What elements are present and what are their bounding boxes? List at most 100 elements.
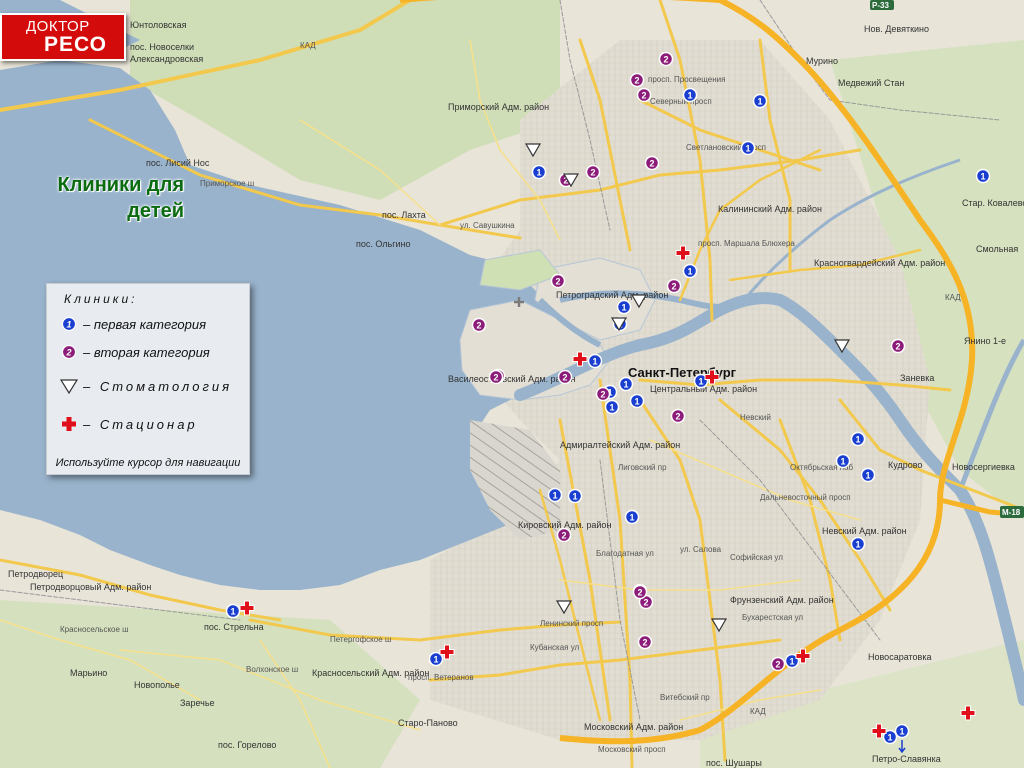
clinic-second-category-marker[interactable]: 2 — [550, 273, 566, 289]
svg-text:1: 1 — [856, 540, 861, 550]
label-zarechye: Заречье — [180, 698, 215, 708]
map-title: Клиники для детей — [12, 172, 184, 224]
label-sofiyskaya: Софийская ул — [730, 553, 783, 562]
clinic-first-category-marker[interactable]: 1 — [850, 431, 866, 447]
label-kalininsky: Калининский Адм. район — [718, 204, 822, 214]
clinic-first-category-marker[interactable]: 1 — [835, 453, 851, 469]
svg-text:2: 2 — [896, 342, 901, 352]
svg-text:2: 2 — [642, 91, 647, 101]
clinic-first-category-marker[interactable]: 1 — [604, 399, 620, 415]
legend-label-first-category: – первая категория — [83, 316, 207, 332]
label-devyatkino: Нов. Девяткино — [864, 24, 929, 34]
label-smolnaya: Смольная — [976, 244, 1018, 254]
clinic-second-category-marker[interactable]: 2 — [666, 278, 682, 294]
clinic-first-category-marker[interactable]: 1 — [547, 487, 563, 503]
label-volkhonskoe-sh: Волхонское ш — [246, 665, 298, 674]
clinic-first-category-marker[interactable]: 1 — [850, 536, 866, 552]
map-title-line1: Клиники для — [57, 174, 184, 196]
label-shushary: пос. Шушары — [706, 758, 762, 768]
clinic-first-category-marker[interactable]: 1 — [616, 299, 632, 315]
clinic-first-category-marker[interactable]: 1 — [618, 376, 634, 392]
clinic-first-category-marker[interactable]: 1 — [587, 353, 603, 369]
clinic-first-category-marker[interactable]: 1 — [894, 723, 910, 739]
svg-text:2: 2 — [776, 660, 781, 670]
second-category-icon: 2 — [59, 342, 79, 362]
clinic-first-category-marker[interactable]: 1 — [531, 164, 547, 180]
svg-text:1: 1 — [790, 657, 795, 667]
clinic-second-category-marker[interactable]: 2 — [471, 317, 487, 333]
clinic-first-category-marker[interactable]: 1 — [740, 140, 756, 156]
label-nevsky-prosp: Невский — [740, 413, 771, 422]
label-severny-prosp: Северный просп — [650, 97, 712, 106]
legend-label-hospital: – Стационар — [83, 416, 198, 432]
label-moskovsky: Московский Адм. район — [584, 722, 683, 732]
svg-text:1: 1 — [434, 655, 439, 665]
svg-text:1: 1 — [610, 403, 615, 413]
clinic-first-category-marker[interactable]: 1 — [860, 467, 876, 483]
label-staro-panovo: Старо-Паново — [398, 718, 458, 728]
label-primorskoe-sh: Приморское ш — [200, 179, 254, 188]
clinic-second-category-marker[interactable]: 2 — [890, 338, 906, 354]
svg-text:1: 1 — [231, 607, 236, 617]
label-murino: Мурино — [806, 56, 838, 66]
label-salova: ул. Салова — [680, 545, 722, 554]
svg-text:1: 1 — [900, 727, 905, 737]
clinic-second-category-marker[interactable]: 2 — [585, 164, 601, 180]
clinic-first-category-marker[interactable]: 1 — [629, 393, 645, 409]
clinic-second-category-marker[interactable]: 2 — [557, 369, 573, 385]
clinic-second-category-marker[interactable]: 2 — [595, 386, 611, 402]
map-title-line2: детей — [127, 200, 184, 222]
clinic-first-category-marker[interactable]: 1 — [975, 168, 991, 184]
clinic-second-category-marker[interactable]: 2 — [658, 51, 674, 67]
label-petrodvortsovy: Петродворцовый Адм. район — [30, 582, 151, 592]
legend-label-dental: – Стоматология — [83, 378, 233, 394]
legend-panel: Клиники: 1 – первая категория 2 – вторая… — [46, 283, 250, 475]
svg-text:2: 2 — [556, 277, 561, 287]
clinic-second-category-marker[interactable]: 2 — [644, 155, 660, 171]
svg-text:2: 2 — [601, 390, 606, 400]
clinic-first-category-marker[interactable]: 1 — [752, 93, 768, 109]
label-ligovsky: Лиговский пр — [618, 463, 667, 472]
clinic-second-category-marker[interactable]: 2 — [488, 369, 504, 385]
svg-text:1: 1 — [688, 267, 693, 277]
label-blyukhera: просп. Маршала Блюхера — [698, 239, 795, 248]
clinic-first-category-marker[interactable]: 1 — [682, 87, 698, 103]
svg-text:1: 1 — [841, 457, 846, 467]
clinic-first-category-marker[interactable]: 1 — [567, 488, 583, 504]
clinic-second-category-marker[interactable]: 2 — [636, 87, 652, 103]
doctor-reso-logo[interactable]: ДОКТОР РЕСО — [0, 13, 126, 61]
label-petrodvorets: Петродворец — [8, 569, 63, 579]
clinic-first-category-marker[interactable]: 1 — [624, 509, 640, 525]
svg-text:1: 1 — [622, 303, 627, 313]
label-novopolye: Новополье — [134, 680, 180, 690]
svg-text:1: 1 — [553, 491, 558, 501]
svg-text:2: 2 — [591, 168, 596, 178]
label-zanevka: Заневка — [900, 373, 934, 383]
label-leninsky-prosp: Ленинский просп — [540, 619, 603, 628]
cross-icon — [59, 414, 79, 434]
clinic-first-category-marker[interactable]: 1 — [682, 263, 698, 279]
label-kovalevo: Стар. Ковалево — [962, 198, 1024, 208]
label-petrogradsky: Петроградский Адм. район — [556, 290, 668, 300]
label-kubanskaya: Кубанская ул — [530, 643, 580, 652]
clinic-second-category-marker[interactable]: 2 — [629, 72, 645, 88]
svg-text:2: 2 — [563, 373, 568, 383]
clinic-second-category-marker[interactable]: 2 — [632, 584, 648, 600]
label-lisiy-nos: пос. Лисий Нос — [146, 158, 210, 168]
clinic-first-category-marker[interactable]: 1 — [225, 603, 241, 619]
label-yuntolovskaya: Юнтоловская — [130, 20, 187, 30]
clinic-second-category-marker[interactable]: 2 — [770, 656, 786, 672]
legend-label-second-category: – вторая категория — [83, 344, 210, 360]
clinic-second-category-marker[interactable]: 2 — [670, 408, 686, 424]
svg-text:2: 2 — [650, 159, 655, 169]
clinic-second-category-marker[interactable]: 2 — [637, 634, 653, 650]
label-yanino: Янино 1-е — [964, 336, 1006, 346]
clinic-second-category-marker[interactable]: 2 — [556, 527, 572, 543]
label-blagodatnaya: Благодатная ул — [596, 549, 654, 558]
label-kad-south: КАД — [750, 707, 766, 716]
legend-item-second-category: 2 – вторая категория — [59, 342, 210, 362]
label-kudrovo: Кудрово — [888, 460, 922, 470]
svg-text:2: 2 — [638, 588, 643, 598]
navigation-hint: Используйте курсор для навигации — [55, 457, 241, 469]
svg-text:1: 1 — [593, 357, 598, 367]
